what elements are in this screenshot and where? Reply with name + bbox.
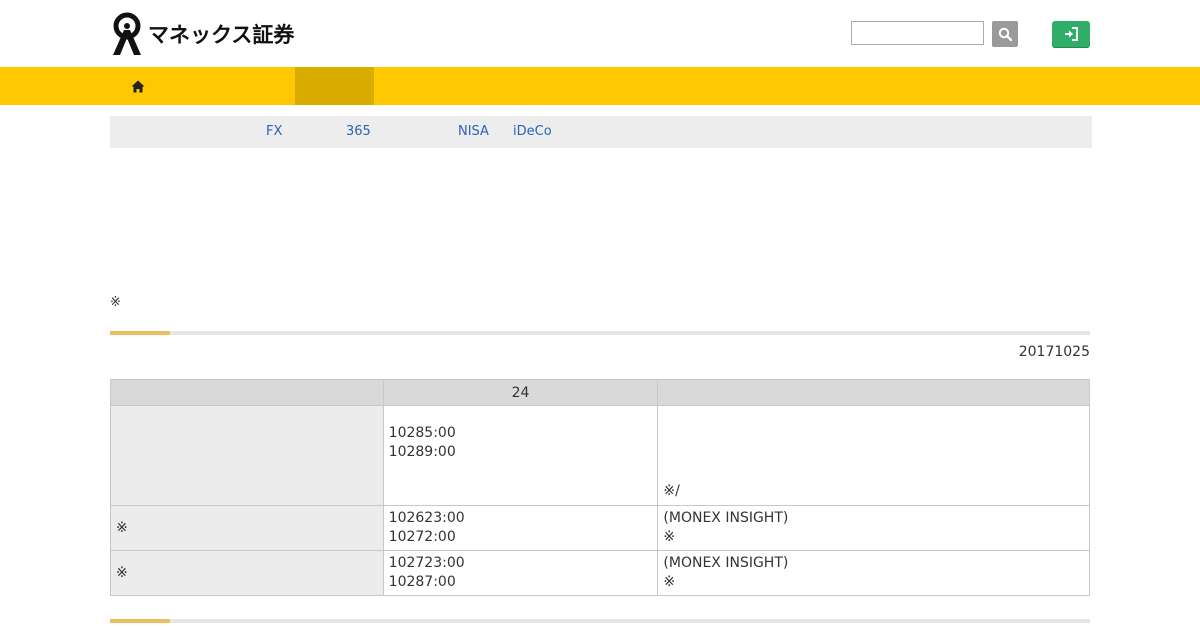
schedule-table: 24 10285:00 10289:00 ※/ ※ 102623:00 1027…	[110, 379, 1090, 596]
row-times: 10285:00 10289:00	[382, 405, 659, 506]
monex-logo-mark	[113, 12, 141, 55]
section-divider	[110, 619, 1090, 623]
login-button[interactable]	[1052, 21, 1090, 47]
subnav-link-nisa[interactable]: NISA	[458, 124, 489, 139]
divider-accent	[110, 619, 170, 623]
brand-name: マネックス証券	[148, 23, 295, 47]
subnav-link-ideco[interactable]: iDeCo	[513, 124, 552, 139]
row-label: ※	[110, 550, 384, 596]
row-info: (MONEX INSIGHT) ※	[657, 505, 1090, 551]
table-header	[657, 379, 1090, 406]
table-row: ※ 102623:00 10272:00 (MONEX INSIGHT) ※	[110, 505, 1090, 551]
search-icon	[998, 27, 1012, 41]
table-header	[110, 379, 384, 406]
row-label: ※	[110, 505, 384, 551]
table-header: 24	[382, 379, 659, 406]
row-times: 102723:00 10287:00	[382, 550, 659, 596]
monex-logo[interactable]: マネックス証券	[110, 12, 294, 56]
section-divider	[110, 331, 1090, 335]
info-line: ※	[663, 529, 676, 545]
row-label	[110, 405, 384, 506]
info-line: ※/	[663, 483, 680, 499]
main-nav	[0, 67, 1200, 105]
table-row: 10285:00 10289:00 ※/	[110, 405, 1090, 506]
time-line: 10285:00	[388, 425, 456, 441]
time-line: 102623:00	[388, 510, 465, 526]
table-header-row: 24	[110, 379, 1090, 406]
sub-nav: FX 365 NISA iDeCo	[110, 116, 1092, 148]
update-date: 20171025	[1018, 344, 1090, 360]
time-line: 10287:00	[388, 574, 456, 590]
home-icon	[131, 80, 144, 92]
divider-accent	[110, 331, 170, 335]
note-mark: ※	[110, 295, 121, 310]
subnav-link-365[interactable]: 365	[346, 124, 371, 139]
table-row: ※ 102723:00 10287:00 (MONEX INSIGHT) ※	[110, 550, 1090, 596]
info-line: (MONEX INSIGHT)	[663, 510, 789, 526]
info-line: (MONEX INSIGHT)	[663, 555, 789, 571]
time-line: 10289:00	[388, 444, 456, 460]
time-line: 102723:00	[388, 555, 465, 571]
search-button[interactable]	[992, 21, 1018, 47]
row-info: (MONEX INSIGHT) ※	[657, 550, 1090, 596]
site-header: マネックス証券	[0, 0, 1200, 67]
nav-home[interactable]	[110, 67, 165, 105]
time-line: 10272:00	[388, 529, 456, 545]
nav-item-active[interactable]	[295, 67, 374, 105]
subnav-link-fx[interactable]: FX	[266, 124, 282, 139]
row-times: 102623:00 10272:00	[382, 505, 659, 551]
login-icon	[1065, 27, 1078, 41]
search-input[interactable]	[851, 21, 984, 45]
info-line: ※	[663, 574, 676, 590]
row-info: ※/	[657, 405, 1090, 506]
